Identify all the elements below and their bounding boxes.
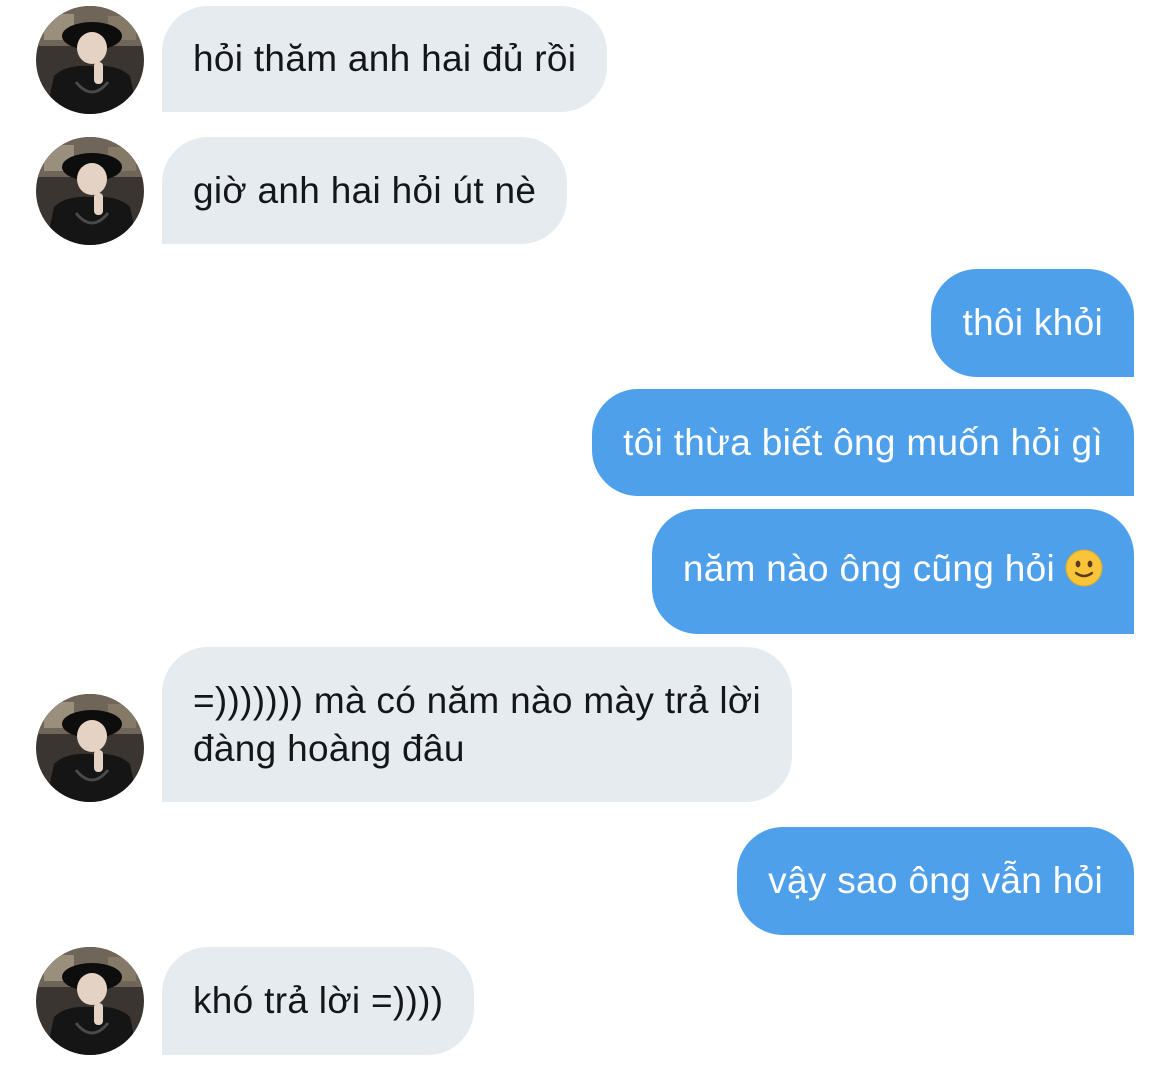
incoming-message-bubble[interactable]: khó trả lời =)))) <box>162 947 475 1055</box>
message-text: năm nào ông cũng hỏi <box>682 547 1055 589</box>
message-text-line: đàng hoàng đâu <box>193 727 465 769</box>
contact-avatar-photo <box>36 137 144 245</box>
contact-avatar-photo <box>36 6 144 114</box>
message-text: tôi thừa biết ông muốn hỏi gì <box>623 421 1103 463</box>
message-text: vậy sao ông vẫn hỏi <box>768 860 1103 901</box>
outgoing-message-bubble[interactable]: vậy sao ông vẫn hỏi <box>737 827 1134 935</box>
message-text: giờ anh hai hỏi út nè <box>193 169 537 211</box>
contact-avatar-photo <box>36 947 144 1055</box>
contact-avatar[interactable] <box>36 947 144 1055</box>
message-text: hỏi thăm anh hai đủ rồi <box>193 38 577 79</box>
incoming-message-bubble[interactable]: giờ anh hai hỏi út nè <box>162 137 568 244</box>
contact-avatar[interactable] <box>36 137 144 245</box>
slightly-smiling-face-icon <box>1065 549 1103 599</box>
contact-avatar-photo <box>36 694 144 802</box>
message-text: thôi khỏi <box>962 302 1103 343</box>
message-line: năm nào ông cũng hỏi <box>683 545 1103 599</box>
incoming-message-bubble[interactable]: =))))))) mà có năm nào mày trả lời đàng … <box>162 647 792 802</box>
contact-avatar[interactable] <box>36 694 144 802</box>
outgoing-message-bubble[interactable]: thôi khỏi <box>931 269 1134 377</box>
message-text: khó trả lời =)))) <box>193 980 444 1021</box>
outgoing-message-bubble[interactable]: tôi thừa biết ông muốn hỏi gì <box>592 389 1134 496</box>
incoming-message-bubble[interactable]: hỏi thăm anh hai đủ rồi <box>162 6 608 112</box>
outgoing-message-bubble[interactable]: năm nào ông cũng hỏi <box>651 509 1134 634</box>
contact-avatar[interactable] <box>36 6 144 114</box>
message-text-line: =))))))) mà có năm nào mày trả lời <box>193 679 761 721</box>
